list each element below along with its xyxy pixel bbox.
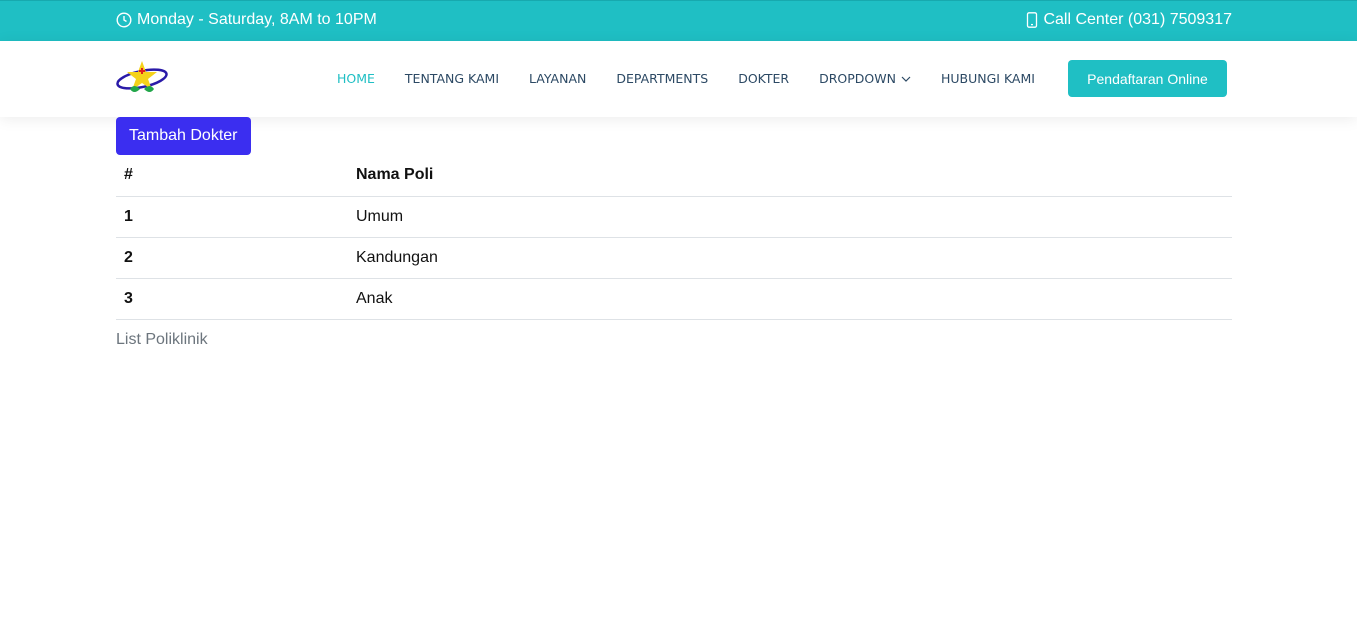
main-nav: HOME TENTANG KAMI LAYANAN DEPARTMENTS DO…: [337, 71, 1065, 86]
table-caption: List Poliklinik: [116, 330, 208, 348]
nav-home[interactable]: HOME: [337, 71, 375, 86]
main-content: Tambah Dokter # Nama Poli 1 Umum 2 Kandu…: [116, 117, 1232, 349]
nav-hubungi-kami[interactable]: HUBUNGI KAMI: [941, 71, 1035, 86]
row-nama-poli: Kandungan: [348, 237, 1232, 279]
row-nama-poli: Anak: [348, 278, 1232, 320]
hours-info: Monday - Saturday, 8AM to 10PM: [116, 11, 377, 29]
nav-dokter[interactable]: DOKTER: [738, 71, 789, 86]
table-row: 3 Anak: [116, 278, 1232, 320]
logo[interactable]: [116, 59, 168, 99]
navbar: HOME TENTANG KAMI LAYANAN DEPARTMENTS DO…: [0, 41, 1357, 117]
clock-icon: [116, 12, 132, 28]
row-number: 2: [116, 237, 348, 279]
nav-departments[interactable]: DEPARTMENTS: [616, 71, 708, 86]
nav-dropdown[interactable]: DROPDOWN: [819, 71, 911, 86]
row-nama-poli: Umum: [348, 196, 1232, 238]
hours-text: Monday - Saturday, 8AM to 10PM: [137, 11, 377, 28]
add-doctor-button[interactable]: Tambah Dokter: [116, 117, 251, 155]
online-registration-button[interactable]: Pendaftaran Online: [1068, 60, 1227, 97]
phone-icon: [1027, 12, 1038, 28]
column-header-number: #: [116, 155, 348, 197]
table-header-row: # Nama Poli: [116, 155, 1232, 197]
poli-table: # Nama Poli 1 Umum 2 Kandungan 3 Anak: [116, 155, 1232, 320]
column-header-nama-poli: Nama Poli: [348, 155, 1232, 197]
row-number: 3: [116, 278, 348, 320]
phone-text: Call Center (031) 7509317: [1043, 11, 1232, 28]
top-bar: Monday - Saturday, 8AM to 10PM Call Cent…: [0, 0, 1357, 41]
table-row: 1 Umum: [116, 196, 1232, 238]
row-number: 1: [116, 196, 348, 238]
phone-info: Call Center (031) 7509317: [1026, 11, 1232, 29]
nav-layanan[interactable]: LAYANAN: [529, 71, 586, 86]
nav-dropdown-label: DROPDOWN: [819, 71, 896, 86]
table-row: 2 Kandungan: [116, 237, 1232, 279]
chevron-down-icon: [901, 76, 911, 82]
nav-tentang-kami[interactable]: TENTANG KAMI: [405, 71, 499, 86]
